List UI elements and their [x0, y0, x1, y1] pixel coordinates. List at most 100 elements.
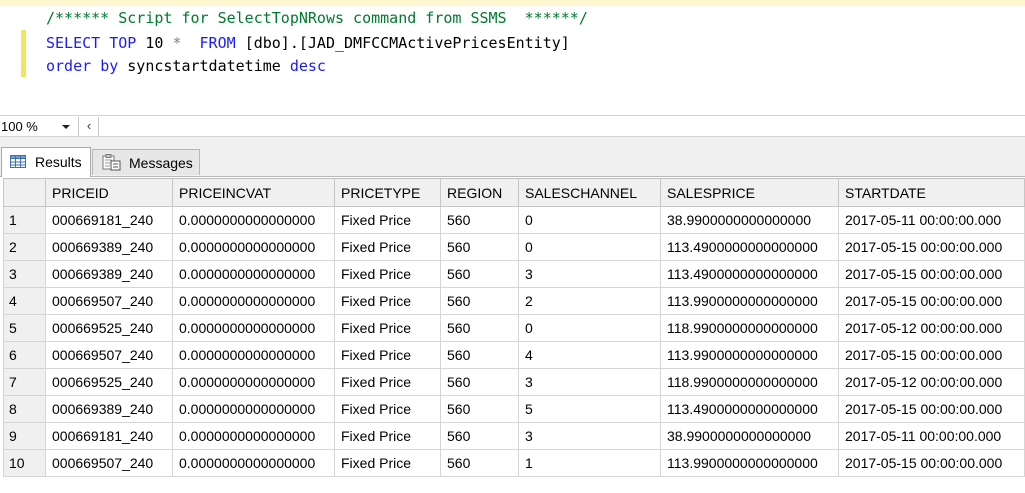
- cell-priceid[interactable]: 000669507_240: [45, 449, 173, 477]
- cell-salesprice[interactable]: 118.9900000000000000: [660, 368, 839, 396]
- row-number[interactable]: 1: [3, 206, 46, 234]
- cell-priceincvat[interactable]: 0.0000000000000000: [172, 233, 335, 261]
- cell-priceid[interactable]: 000669181_240: [45, 422, 173, 450]
- cell-priceincvat[interactable]: 0.0000000000000000: [172, 422, 335, 450]
- cell-startdate[interactable]: 2017-05-12 00:00:00.000: [838, 368, 1025, 396]
- cell-salesprice[interactable]: 113.9900000000000000: [660, 341, 839, 369]
- cell-pricetype[interactable]: Fixed Price: [334, 233, 441, 261]
- cell-priceid[interactable]: 000669525_240: [45, 314, 173, 342]
- table-row[interactable]: 7 000669525_240 0.0000000000000000 Fixed Pr…: [3, 368, 1025, 396]
- cell-region[interactable]: 560: [440, 422, 519, 450]
- cell-priceincvat[interactable]: 0.0000000000000000: [172, 368, 335, 396]
- cell-pricetype[interactable]: Fixed Price: [334, 314, 441, 342]
- cell-region[interactable]: 560: [440, 449, 519, 477]
- cell-saleschannel[interactable]: 5: [518, 395, 661, 423]
- row-number[interactable]: 9: [3, 422, 46, 450]
- cell-salesprice[interactable]: 113.4900000000000000: [660, 233, 839, 261]
- table-row[interactable]: 1 000669181_240 0.0000000000000000 Fixed Pr…: [3, 206, 1025, 234]
- cell-startdate[interactable]: 2017-05-12 00:00:00.000: [838, 314, 1025, 342]
- table-row[interactable]: 8 000669389_240 0.0000000000000000 Fixed Pr…: [3, 395, 1025, 423]
- table-row[interactable]: 5 000669525_240 0.0000000000000000 Fixed Pr…: [3, 314, 1025, 342]
- cell-startdate[interactable]: 2017-05-11 00:00:00.000: [838, 206, 1025, 234]
- cell-pricetype[interactable]: Fixed Price: [334, 287, 441, 315]
- query-editor[interactable]: /****** Script for SelectTopNRows comman…: [0, 0, 1025, 115]
- cell-salesprice[interactable]: 113.4900000000000000: [660, 260, 839, 288]
- cell-priceid[interactable]: 000669525_240: [45, 368, 173, 396]
- cell-priceid[interactable]: 000669389_240: [45, 233, 173, 261]
- cell-saleschannel[interactable]: 1: [518, 449, 661, 477]
- cell-startdate[interactable]: 2017-05-15 00:00:00.000: [838, 449, 1025, 477]
- cell-salesprice[interactable]: 118.9900000000000000: [660, 314, 839, 342]
- cell-priceincvat[interactable]: 0.0000000000000000: [172, 449, 335, 477]
- cell-startdate[interactable]: 2017-05-15 00:00:00.000: [838, 260, 1025, 288]
- cell-startdate[interactable]: 2017-05-15 00:00:00.000: [838, 341, 1025, 369]
- column-header-saleschannel[interactable]: SALESCHANNEL: [518, 178, 661, 207]
- cell-salesprice[interactable]: 38.9900000000000000: [660, 206, 839, 234]
- cell-priceincvat[interactable]: 0.0000000000000000: [172, 260, 335, 288]
- cell-salesprice[interactable]: 113.4900000000000000: [660, 395, 839, 423]
- column-header-startdate[interactable]: STARTDATE: [838, 178, 1025, 207]
- cell-pricetype[interactable]: Fixed Price: [334, 368, 441, 396]
- cell-region[interactable]: 560: [440, 395, 519, 423]
- cell-pricetype[interactable]: Fixed Price: [334, 449, 441, 477]
- cell-salesprice[interactable]: 38.9900000000000000: [660, 422, 839, 450]
- row-number[interactable]: 4: [3, 287, 46, 315]
- code-line-comment[interactable]: /****** Script for SelectTopNRows comman…: [46, 8, 588, 28]
- cell-startdate[interactable]: 2017-05-11 00:00:00.000: [838, 422, 1025, 450]
- cell-priceid[interactable]: 000669389_240: [45, 395, 173, 423]
- cell-pricetype[interactable]: Fixed Price: [334, 395, 441, 423]
- cell-startdate[interactable]: 2017-05-15 00:00:00.000: [838, 233, 1025, 261]
- cell-priceincvat[interactable]: 0.0000000000000000: [172, 314, 335, 342]
- cell-saleschannel[interactable]: 2: [518, 287, 661, 315]
- cell-priceincvat[interactable]: 0.0000000000000000: [172, 206, 335, 234]
- cell-priceid[interactable]: 000669507_240: [45, 341, 173, 369]
- cell-saleschannel[interactable]: 4: [518, 341, 661, 369]
- cell-region[interactable]: 560: [440, 206, 519, 234]
- table-row[interactable]: 6 000669507_240 0.0000000000000000 Fixed Pr…: [3, 341, 1025, 369]
- cell-region[interactable]: 560: [440, 287, 519, 315]
- cell-region[interactable]: 560: [440, 233, 519, 261]
- table-row[interactable]: 2 000669389_240 0.0000000000000000 Fixed Pr…: [3, 233, 1025, 261]
- cell-region[interactable]: 560: [440, 260, 519, 288]
- cell-saleschannel[interactable]: 3: [518, 368, 661, 396]
- column-header-pricetype[interactable]: PRICETYPE: [334, 178, 441, 207]
- zoom-dropdown[interactable]: 100 %: [0, 117, 79, 136]
- column-header-priceincvat[interactable]: PRICEINCVAT: [172, 178, 335, 207]
- cell-priceincvat[interactable]: 0.0000000000000000: [172, 287, 335, 315]
- table-row[interactable]: 9 000669181_240 0.0000000000000000 Fixed Pr…: [3, 422, 1025, 450]
- cell-priceincvat[interactable]: 0.0000000000000000: [172, 395, 335, 423]
- cell-startdate[interactable]: 2017-05-15 00:00:00.000: [838, 395, 1025, 423]
- row-number[interactable]: 5: [3, 314, 46, 342]
- row-number[interactable]: 3: [3, 260, 46, 288]
- cell-pricetype[interactable]: Fixed Price: [334, 260, 441, 288]
- cell-saleschannel[interactable]: 3: [518, 260, 661, 288]
- cell-region[interactable]: 560: [440, 314, 519, 342]
- code-line-select[interactable]: SELECT TOP 10 * FROM [dbo].[JAD_DMFCCMAc…: [46, 33, 570, 53]
- row-number[interactable]: 8: [3, 395, 46, 423]
- cell-priceincvat[interactable]: 0.0000000000000000: [172, 341, 335, 369]
- table-row[interactable]: 10 000669507_240 0.0000000000000000 Fixed P…: [3, 449, 1025, 477]
- row-number[interactable]: 7: [3, 368, 46, 396]
- cell-salesprice[interactable]: 113.9900000000000000: [660, 449, 839, 477]
- table-row[interactable]: 3 000669389_240 0.0000000000000000 Fixed Pr…: [3, 260, 1025, 288]
- chevron-down-icon[interactable]: [62, 125, 70, 129]
- tab-results[interactable]: Results: [1, 147, 91, 177]
- cell-saleschannel[interactable]: 0: [518, 233, 661, 261]
- cell-saleschannel[interactable]: 0: [518, 206, 661, 234]
- cell-priceid[interactable]: 000669389_240: [45, 260, 173, 288]
- cell-region[interactable]: 560: [440, 368, 519, 396]
- cell-region[interactable]: 560: [440, 341, 519, 369]
- cell-saleschannel[interactable]: 3: [518, 422, 661, 450]
- table-row[interactable]: 4 000669507_240 0.0000000000000000 Fixed Pr…: [3, 287, 1025, 315]
- cell-pricetype[interactable]: Fixed Price: [334, 206, 441, 234]
- column-header-region[interactable]: REGION: [440, 178, 519, 207]
- scroll-left-button[interactable]: ‹: [80, 117, 99, 136]
- cell-saleschannel[interactable]: 0: [518, 314, 661, 342]
- cell-salesprice[interactable]: 113.9900000000000000: [660, 287, 839, 315]
- cell-pricetype[interactable]: Fixed Price: [334, 422, 441, 450]
- row-number[interactable]: 6: [3, 341, 46, 369]
- cell-priceid[interactable]: 000669181_240: [45, 206, 173, 234]
- column-header-priceid[interactable]: PRICEID: [45, 178, 173, 207]
- row-number[interactable]: 10: [3, 449, 46, 477]
- column-header-salesprice[interactable]: SALESPRICE: [660, 178, 839, 207]
